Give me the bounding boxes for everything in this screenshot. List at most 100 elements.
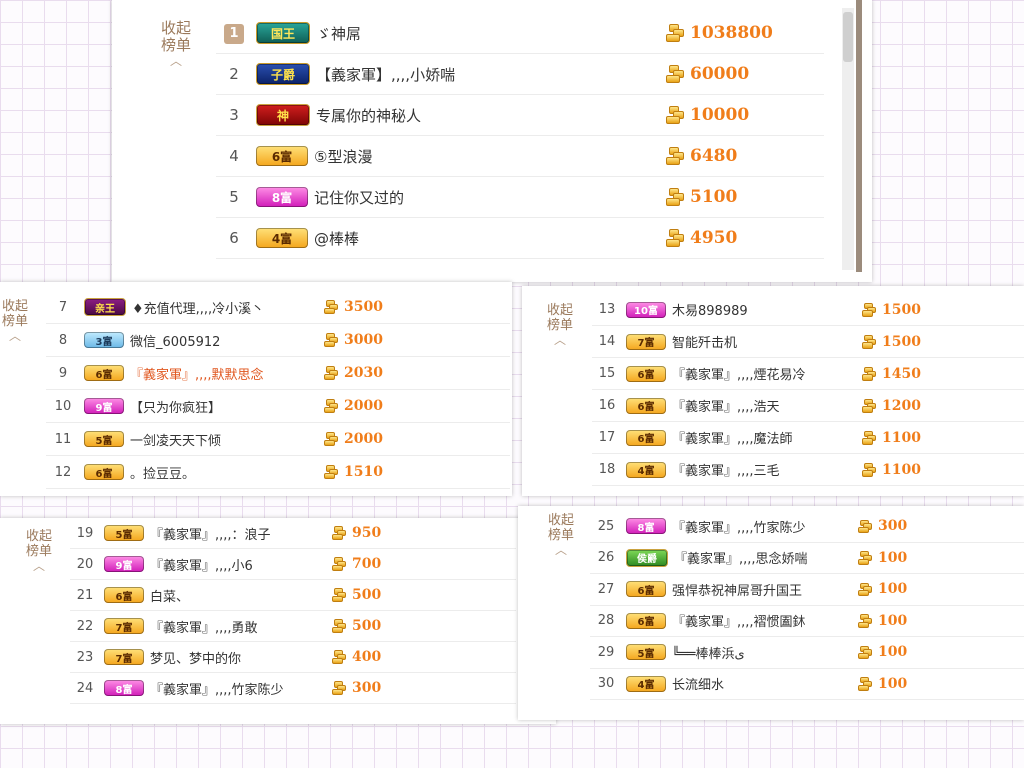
leaderboard-row[interactable]: 7 亲王 ♦充值代理,,,,冷小溪丶 3500 xyxy=(46,291,510,324)
leaderboard-row[interactable]: 9 6富 『義家軍』,,,,默默思念 2030 xyxy=(46,357,510,390)
leaderboard-row[interactable]: 8 3富 微信_6005912 3000 xyxy=(46,324,510,357)
leaderboard-row[interactable]: 4 6富 ⑤型浪漫 6480 xyxy=(216,136,824,177)
leaderboard-row[interactable]: 17 6富 『義家軍』,,,,魔法師 1100 xyxy=(592,422,1024,454)
user-name[interactable]: 『義家軍』,,,,三毛 xyxy=(672,460,780,479)
user-name[interactable]: 强悍恭祝神屌哥升国王 xyxy=(672,580,802,599)
leaderboard-row[interactable]: 26 侯爵 『義家軍』,,,,思念娇喘 100 xyxy=(590,543,1024,574)
leaderboard-row[interactable]: 11 5富 一剑凌天天下倾 2000 xyxy=(46,423,510,456)
user-name[interactable]: 『義家軍』,,,,思念娇喘 xyxy=(674,548,808,567)
gold-coin-icon xyxy=(858,519,873,534)
user-name[interactable]: 智能歼击机 xyxy=(672,332,737,351)
leaderboard-row[interactable]: 28 6富 『義家軍』,,,,褶惯圔鈢 100 xyxy=(590,606,1024,637)
gold-coin-icon xyxy=(332,619,347,634)
score-value: 4950 xyxy=(690,228,738,248)
leaderboard-row[interactable]: 29 5富 ╚══棒棒浜ی 100 xyxy=(590,637,1024,669)
user-name[interactable]: ⑤型浪漫 xyxy=(314,146,372,167)
user-name[interactable]: @棒棒 xyxy=(314,228,359,249)
user-name[interactable]: 『義家軍』,,,,：浪子 xyxy=(150,524,271,543)
level-badge-icon: 9富 xyxy=(84,398,124,414)
level-badge-icon: 6富 xyxy=(626,612,666,629)
user-name[interactable]: 木易898989 xyxy=(672,300,748,319)
leaderboard-row[interactable]: 18 4富 『義家軍』,,,,三毛 1100 xyxy=(592,454,1024,486)
leaderboard-row[interactable]: 15 6富 『義家軍』,,,,煙花易冷 1450 xyxy=(592,358,1024,390)
leaderboard-row[interactable]: 30 4富 长流细水 100 xyxy=(590,669,1024,700)
rank-number: 26 xyxy=(597,550,615,566)
score: 1510 xyxy=(324,456,383,488)
score: 1450 xyxy=(862,358,921,389)
user-name[interactable]: 『義家軍』,,,,默默思念 xyxy=(130,364,264,383)
leaderboard-panel-2: 收起 榜单 ︿ 7 亲王 ♦充值代理,,,,冷小溪丶 3500 8 3富 微信_600591… xyxy=(0,282,512,496)
user-name[interactable]: 【只为你疯狂】 xyxy=(130,397,221,416)
gold-coin-icon xyxy=(862,366,877,381)
user-name[interactable]: 『義家軍』,,,,竹家陈少 xyxy=(150,679,284,698)
level-badge-icon: 6富 xyxy=(626,581,666,598)
leaderboard-row[interactable]: 2 子爵 【義家軍】,,,,小娇喘 60000 xyxy=(216,54,824,95)
leaderboard-row[interactable]: 21 6富 白菜、 500 xyxy=(70,580,516,611)
leaderboard-row[interactable]: 3 神专属你的神秘人 10000 xyxy=(216,95,824,136)
leaderboard-row[interactable]: 13 10富 木易898989 1500 xyxy=(592,294,1024,326)
leaderboard-row[interactable]: 20 9富 『義家軍』,,,,小6 700 xyxy=(70,549,516,580)
score-value: 2000 xyxy=(344,398,383,414)
gold-coin-icon xyxy=(332,650,347,665)
user-name[interactable]: 专属你的神秘人 xyxy=(316,105,421,126)
score-value: 10000 xyxy=(690,105,750,125)
leaderboard-row[interactable]: 25 8富 『義家軍』,,,,竹家陈少 300 xyxy=(590,511,1024,543)
user-name[interactable]: 『義家軍』,,,,勇敢 xyxy=(150,617,258,636)
rank-number: 2 xyxy=(229,65,239,83)
leaderboard-row[interactable]: 19 5富 『義家軍』,,,,：浪子 950 xyxy=(70,518,516,549)
leaderboard-row[interactable]: 12 6富 。捡豆豆。 1510 xyxy=(46,456,510,489)
gold-coin-icon xyxy=(332,557,347,572)
score-value: 5100 xyxy=(690,187,738,207)
user-name[interactable]: 『義家軍』,,,,小6 xyxy=(150,555,253,574)
leaderboard-row[interactable]: 23 7富 梦见、梦中的你 400 xyxy=(70,642,516,673)
level-badge-icon: 7富 xyxy=(104,618,144,634)
leaderboard-row[interactable]: 22 7富 『義家軍』,,,,勇敢 500 xyxy=(70,611,516,642)
score-value: 1500 xyxy=(882,333,921,350)
leaderboard-row[interactable]: 14 7富 智能歼击机 1500 xyxy=(592,326,1024,358)
level-badge-icon: 5富 xyxy=(626,644,666,661)
level-badge-icon: 6富 xyxy=(626,429,666,446)
leaderboard-row[interactable]: 10 9富 【只为你疯狂】 2000 xyxy=(46,390,510,423)
leaderboard-row[interactable]: 1 国王 ゞ神屌 1038800 xyxy=(216,13,824,54)
leaderboard-panel-1: 收起 榜单 ︿ 1 国王 ゞ神屌 1038800 2 子爵 【義家軍】,,,,小娇喘 6000… xyxy=(112,0,872,282)
score-value: 60000 xyxy=(690,64,750,84)
score: 5100 xyxy=(666,177,737,217)
user-name[interactable]: 一剑凌天天下倾 xyxy=(130,430,221,449)
gold-coin-icon xyxy=(324,300,339,315)
user-name[interactable]: 。捡豆豆。 xyxy=(130,463,195,482)
gold-coin-icon xyxy=(332,681,347,696)
user-name[interactable]: 『義家軍』,,,,竹家陈少 xyxy=(672,517,806,536)
rank-number: 3 xyxy=(229,106,239,124)
score: 2030 xyxy=(324,357,383,389)
user-name[interactable]: ╚══棒棒浜ی xyxy=(672,643,745,662)
user-name[interactable]: 梦见、梦中的你 xyxy=(150,648,241,667)
leaderboard-row[interactable]: 24 8富 『義家軍』,,,,竹家陈少 300 xyxy=(70,673,516,704)
leaderboard-panel-4: 收起 榜单 ︿ 19 5富 『義家軍』,,,,：浪子 950 20 9富 『義家軍』,,,,… xyxy=(0,518,556,724)
score: 300 xyxy=(858,511,907,542)
leaderboard-row[interactable]: 6 4富 @棒棒 4950 xyxy=(216,218,824,259)
user-name[interactable]: 微信_6005912 xyxy=(130,331,220,350)
user-name[interactable]: 『義家軍』,,,,煙花易冷 xyxy=(672,364,806,383)
score-value: 950 xyxy=(352,525,382,541)
leaderboard-row[interactable]: 16 6富 『義家軍』,,,,浩天 1200 xyxy=(592,390,1024,422)
leaderboard-row[interactable]: 27 6富 强悍恭祝神屌哥升国王 100 xyxy=(590,574,1024,606)
user-name[interactable]: ♦充值代理,,,,冷小溪丶 xyxy=(132,298,264,317)
user-name[interactable]: 长流细水 xyxy=(672,674,724,693)
scrollbar[interactable] xyxy=(842,8,854,270)
user-name[interactable]: 『義家軍』,,,,褶惯圔鈢 xyxy=(672,611,806,630)
leaderboard-row[interactable]: 5 8富 记住你又过的 5100 xyxy=(216,177,824,218)
user-name[interactable]: 『義家軍』,,,,浩天 xyxy=(672,396,780,415)
score: 1500 xyxy=(862,294,921,325)
user-name[interactable]: 白菜、 xyxy=(150,586,189,605)
user-name[interactable]: 『義家軍』,,,,魔法師 xyxy=(672,428,793,447)
scrollbar-thumb[interactable] xyxy=(843,12,853,62)
level-badge-icon: 7富 xyxy=(626,333,666,350)
score: 950 xyxy=(332,518,381,548)
user-name[interactable]: ゞ神屌 xyxy=(316,23,361,44)
gold-coin-icon xyxy=(858,676,873,691)
score-value: 100 xyxy=(878,644,908,661)
score-value: 1100 xyxy=(882,429,921,446)
score: 1200 xyxy=(862,390,921,421)
user-name[interactable]: 记住你又过的 xyxy=(314,187,404,208)
user-name[interactable]: 【義家軍】,,,,小娇喘 xyxy=(316,64,455,85)
